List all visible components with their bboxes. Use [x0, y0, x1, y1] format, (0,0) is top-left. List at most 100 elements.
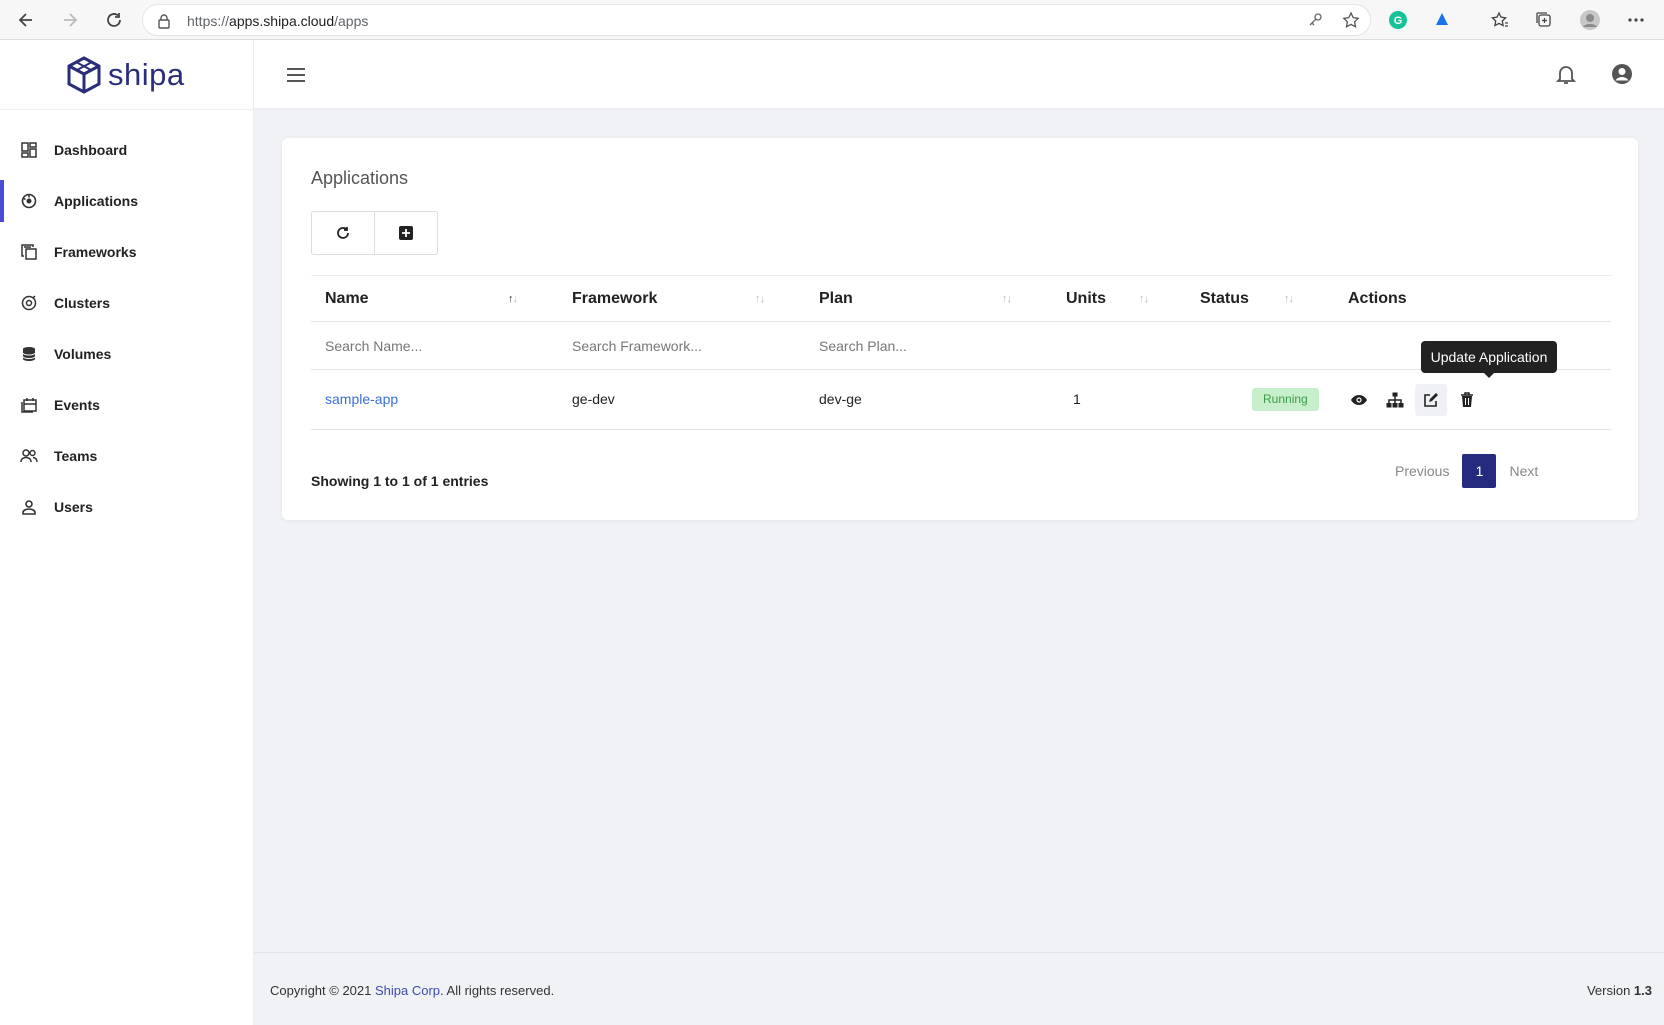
sort-name-icon[interactable]: ↑↓	[508, 293, 518, 305]
sidebar-item-label: Events	[54, 397, 100, 413]
teams-icon	[20, 447, 38, 465]
sidebar-item-volumes[interactable]: Volumes	[0, 329, 254, 379]
delete-application-button[interactable]	[1451, 384, 1483, 416]
column-header-name[interactable]: Name	[325, 290, 369, 308]
tooltip-arrow	[1484, 373, 1494, 378]
footer: Copyright © 2021 Shipa Corp. All rights …	[254, 952, 1664, 1025]
column-header-framework[interactable]: Framework	[572, 290, 657, 308]
url-path: /apps	[334, 13, 369, 29]
volumes-icon	[20, 345, 38, 363]
table-header-row: Name ↑↓ Framework ↑↓ Plan ↑↓ Units ↑↓ St…	[311, 275, 1611, 322]
top-header	[254, 40, 1664, 109]
copyright-suffix: . All rights reserved.	[440, 983, 555, 998]
search-plan-input[interactable]	[819, 336, 1019, 356]
add-favorite-icon[interactable]	[1339, 8, 1363, 32]
svg-text:G: G	[1394, 15, 1403, 27]
browser-toolbar: https://apps.shipa.cloud/apps G	[0, 0, 1664, 40]
search-name-input[interactable]	[325, 336, 525, 356]
next-page-button[interactable]: Next	[1496, 463, 1551, 479]
grammarly-icon[interactable]: G	[1386, 8, 1410, 32]
notifications-bell-icon[interactable]	[1554, 62, 1578, 91]
entries-info: Showing 1 to 1 of 1 entries	[311, 473, 489, 489]
back-icon[interactable]	[14, 8, 38, 32]
app-map-button[interactable]	[1379, 384, 1411, 416]
user-account-icon[interactable]	[1610, 62, 1634, 91]
view-application-button[interactable]	[1343, 384, 1375, 416]
forward-icon[interactable]	[58, 8, 82, 32]
sort-units-icon[interactable]: ↑↓	[1139, 293, 1149, 305]
column-header-status[interactable]: Status	[1200, 290, 1249, 308]
refresh-icon	[336, 227, 349, 239]
dashboard-icon	[20, 141, 38, 159]
app-units: 1	[1073, 391, 1081, 407]
app-plan: dev-ge	[819, 391, 862, 407]
sidebar-item-clusters[interactable]: Clusters	[0, 278, 254, 328]
url-text: https://apps.shipa.cloud/apps	[187, 13, 368, 29]
sidebar-item-label: Volumes	[54, 346, 112, 362]
add-square-icon	[398, 226, 413, 240]
toolbar-button-group	[311, 211, 438, 255]
extension-icon[interactable]	[1430, 8, 1454, 32]
app-framework: ge-dev	[572, 391, 615, 407]
column-header-plan[interactable]: Plan	[819, 290, 853, 308]
sidebar-item-dashboard[interactable]: Dashboard	[0, 125, 254, 175]
table-row: sample-app ge-dev dev-ge 1 Running	[311, 370, 1611, 430]
app-name-link[interactable]: sample-app	[325, 391, 398, 407]
sidebar-item-label: Teams	[54, 448, 98, 464]
menu-toggle-icon[interactable]	[284, 63, 308, 87]
applications-icon	[20, 192, 38, 210]
users-icon	[20, 498, 38, 516]
search-framework-input[interactable]	[572, 336, 772, 356]
sidebar-item-label: Applications	[54, 193, 139, 209]
status-badge: Running	[1252, 388, 1319, 411]
version-text: Version 1.3	[1587, 983, 1652, 998]
previous-page-button[interactable]: Previous	[1382, 463, 1462, 479]
profile-avatar-icon[interactable]	[1578, 8, 1602, 32]
logo-text: shipa	[108, 57, 185, 92]
sidebar-item-frameworks[interactable]: Frameworks	[0, 227, 254, 277]
applications-card: Applications Name ↑↓ Framework ↑↓ Plan ↑…	[282, 138, 1638, 520]
sidebar-item-label: Users	[54, 499, 93, 515]
reload-icon[interactable]	[102, 8, 126, 32]
sidebar-item-label: Frameworks	[54, 244, 137, 260]
shipa-logo-icon	[67, 56, 101, 94]
collections-icon[interactable]	[1532, 8, 1556, 32]
edit-icon	[1424, 393, 1438, 407]
active-indicator	[0, 180, 4, 222]
more-options-icon[interactable]	[1624, 8, 1648, 32]
sidebar: shipa Dashboard Applications Frameworks …	[0, 40, 254, 1025]
sidebar-item-label: Clusters	[54, 295, 111, 311]
sidebar-item-teams[interactable]: Teams	[0, 431, 254, 481]
update-application-button[interactable]	[1415, 384, 1447, 416]
add-application-button[interactable]	[375, 212, 438, 254]
shipa-corp-link[interactable]: Shipa Corp	[375, 983, 440, 998]
key-icon[interactable]	[1303, 8, 1327, 32]
sort-framework-icon[interactable]: ↑↓	[755, 293, 765, 305]
favorites-icon[interactable]	[1488, 8, 1512, 32]
sort-plan-icon[interactable]: ↑↓	[1002, 293, 1012, 305]
clusters-icon	[20, 294, 38, 312]
url-host: apps.shipa.cloud	[229, 13, 335, 29]
shipa-logo[interactable]: shipa	[64, 53, 185, 97]
frameworks-icon	[20, 243, 38, 261]
update-application-tooltip: Update Application	[1421, 341, 1557, 373]
search-row	[311, 322, 1611, 370]
events-icon	[20, 396, 38, 414]
sidebar-item-events[interactable]: Events	[0, 380, 254, 430]
column-header-units[interactable]: Units	[1066, 290, 1106, 308]
trash-icon	[1461, 392, 1473, 407]
refresh-button[interactable]	[312, 212, 375, 254]
sitemap-icon	[1386, 392, 1404, 408]
lock-icon	[157, 13, 171, 34]
sort-status-icon[interactable]: ↑↓	[1284, 293, 1294, 305]
page-1-button[interactable]: 1	[1462, 454, 1497, 488]
copyright-text: Copyright © 2021 Shipa Corp. All rights …	[270, 983, 554, 998]
pagination: Previous 1 Next	[1382, 454, 1551, 488]
page-title: Applications	[311, 168, 409, 188]
url-scheme: https://	[187, 13, 230, 29]
version-label: Version	[1586, 983, 1634, 998]
address-bar[interactable]: https://apps.shipa.cloud/apps	[142, 4, 1371, 36]
sidebar-item-users[interactable]: Users	[0, 482, 254, 532]
sidebar-item-applications[interactable]: Applications	[0, 176, 254, 226]
sidebar-item-label: Dashboard	[54, 142, 128, 158]
